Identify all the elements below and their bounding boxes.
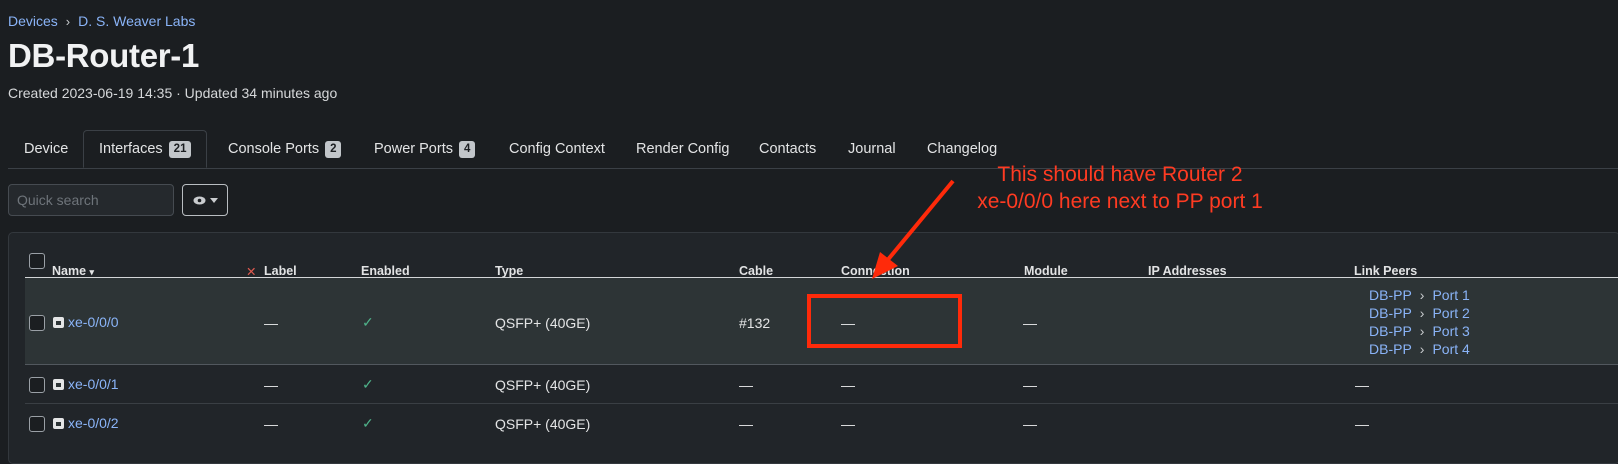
module-value: — bbox=[1023, 315, 1037, 331]
tab-power-ports[interactable]: Power Ports 4 bbox=[374, 130, 476, 168]
interface-name-link[interactable]: xe-0/0/0 bbox=[53, 314, 119, 330]
table-row: xe-0/0/1 — ✓ QSFP+ (40GE) — — — — bbox=[25, 365, 1618, 404]
breadcrumb-devices[interactable]: Devices bbox=[8, 13, 58, 29]
peer-device-link[interactable]: DB-PP bbox=[1369, 286, 1412, 304]
label-value: — bbox=[264, 315, 278, 331]
breadcrumb-site[interactable]: D. S. Weaver Labs bbox=[78, 13, 195, 29]
peer-port-link[interactable]: Port 1 bbox=[1432, 286, 1469, 304]
chevron-right-icon: › bbox=[1419, 305, 1425, 321]
annotation-line: This should have Router 2 bbox=[997, 163, 1243, 186]
connection-value: — bbox=[841, 377, 855, 393]
column-cable-header[interactable]: Cable bbox=[739, 264, 773, 278]
peer-port-link[interactable]: Port 2 bbox=[1432, 304, 1469, 322]
enabled-check-icon: ✓ bbox=[362, 314, 374, 330]
link-peer: DB-PP › Port 1 bbox=[1369, 286, 1470, 304]
peer-port-link[interactable]: Port 4 bbox=[1432, 340, 1469, 358]
column-label: Name bbox=[52, 264, 87, 278]
link-peers-value: — bbox=[1355, 377, 1369, 393]
count-badge: 2 bbox=[325, 140, 342, 158]
tab-label: Contacts bbox=[759, 141, 817, 157]
type-value: QSFP+ (40GE) bbox=[495, 377, 591, 393]
column-enabled-header[interactable]: Enabled bbox=[361, 264, 410, 278]
enabled-check-icon: ✓ bbox=[362, 376, 374, 392]
cable-link[interactable]: #132 bbox=[739, 315, 770, 331]
column-connection-header[interactable]: Connection bbox=[841, 264, 910, 278]
interfaces-table: Name ▾ ✕ Label Enabled Type Cable Connec… bbox=[8, 232, 1618, 464]
caret-down-icon bbox=[209, 197, 218, 203]
column-ip-addresses-header[interactable]: IP Addresses bbox=[1148, 264, 1227, 278]
tab-label: Power Ports bbox=[374, 141, 453, 157]
count-badge: 21 bbox=[168, 140, 192, 158]
page-title: DB-Router-1 bbox=[8, 37, 200, 74]
tab-interfaces[interactable]: Interfaces 21 bbox=[83, 130, 208, 168]
row-checkbox[interactable] bbox=[29, 315, 45, 331]
interface-name: xe-0/0/1 bbox=[68, 376, 119, 392]
chevron-right-icon: › bbox=[1419, 287, 1425, 303]
annotation-text: This should have Router 2 xe-0/0/0 here … bbox=[960, 161, 1280, 215]
link-peer: DB-PP › Port 2 bbox=[1369, 304, 1470, 322]
cable-value: — bbox=[739, 377, 753, 393]
breadcrumb: Devices › D. S. Weaver Labs bbox=[8, 13, 195, 29]
label-value: — bbox=[264, 377, 278, 393]
type-value: QSFP+ (40GE) bbox=[495, 416, 591, 432]
cable-value: — bbox=[739, 416, 753, 432]
connection-value: — bbox=[841, 416, 855, 432]
tab-render-config[interactable]: Render Config bbox=[636, 130, 730, 168]
column-label-header[interactable]: Label bbox=[264, 264, 297, 278]
quick-search-input[interactable] bbox=[8, 184, 174, 216]
link-peer: DB-PP › Port 4 bbox=[1369, 340, 1470, 358]
link-peer: DB-PP › Port 3 bbox=[1369, 322, 1470, 340]
chevron-right-icon: › bbox=[1419, 341, 1425, 357]
interface-icon bbox=[53, 417, 64, 429]
peer-port-link[interactable]: Port 3 bbox=[1432, 322, 1469, 340]
interface-name: xe-0/0/2 bbox=[68, 415, 119, 431]
table-row: xe-0/0/2 — ✓ QSFP+ (40GE) — — — — bbox=[25, 404, 1618, 444]
row-checkbox[interactable] bbox=[29, 416, 45, 432]
tab-config-context[interactable]: Config Context bbox=[509, 130, 605, 168]
tab-contacts[interactable]: Contacts bbox=[759, 130, 816, 168]
column-module-header[interactable]: Module bbox=[1024, 264, 1068, 278]
interface-icon bbox=[53, 378, 64, 390]
tab-journal[interactable]: Journal bbox=[848, 130, 896, 168]
tab-label: Device bbox=[24, 141, 69, 157]
tab-label: Interfaces bbox=[99, 141, 163, 157]
tab-device[interactable]: Device bbox=[24, 130, 68, 168]
column-name-header[interactable]: Name ▾ bbox=[52, 264, 94, 278]
eye-icon bbox=[193, 196, 205, 204]
interface-icon bbox=[53, 316, 64, 328]
tab-console-ports[interactable]: Console Ports 2 bbox=[228, 130, 342, 168]
row-checkbox[interactable] bbox=[29, 377, 45, 393]
peer-device-link[interactable]: DB-PP bbox=[1369, 322, 1412, 340]
device-meta: Created 2023-06-19 14:35 · Updated 34 mi… bbox=[8, 85, 338, 101]
tab-label: Changelog bbox=[927, 141, 998, 157]
column-link-peers-header[interactable]: Link Peers bbox=[1354, 264, 1417, 278]
interface-name: xe-0/0/0 bbox=[68, 314, 119, 330]
column-type-header[interactable]: Type bbox=[495, 264, 523, 278]
tab-label: Console Ports bbox=[228, 141, 320, 157]
sort-desc-icon: ▾ bbox=[89, 267, 95, 277]
tab-bar: Device Interfaces 21 Console Ports 2 Power… bbox=[8, 128, 1618, 169]
module-value: — bbox=[1023, 377, 1037, 393]
chevron-right-icon: › bbox=[1419, 323, 1425, 339]
module-value: — bbox=[1023, 416, 1037, 432]
interface-name-link[interactable]: xe-0/0/1 bbox=[53, 376, 119, 392]
column-visibility-button[interactable] bbox=[182, 184, 228, 216]
tab-label: Config Context bbox=[509, 141, 605, 157]
interface-name-link[interactable]: xe-0/0/2 bbox=[53, 415, 119, 431]
peer-device-link[interactable]: DB-PP bbox=[1369, 304, 1412, 322]
peer-device-link[interactable]: DB-PP bbox=[1369, 340, 1412, 358]
count-badge: 4 bbox=[458, 140, 476, 158]
enabled-check-icon: ✓ bbox=[362, 415, 374, 431]
link-peers-list: DB-PP › Port 1 DB-PP › Port 2 DB-PP › Port 3 D… bbox=[1369, 286, 1470, 358]
tab-label: Journal bbox=[848, 141, 896, 157]
tab-label: Render Config bbox=[636, 141, 730, 157]
annotation-line: xe-0/0/0 here next to PP port 1 bbox=[977, 190, 1263, 213]
link-peers-value: — bbox=[1355, 416, 1369, 432]
type-value: QSFP+ (40GE) bbox=[495, 315, 591, 331]
annotation-highlight-box bbox=[807, 294, 962, 348]
chevron-right-icon: › bbox=[65, 13, 71, 29]
label-value: — bbox=[264, 416, 278, 432]
